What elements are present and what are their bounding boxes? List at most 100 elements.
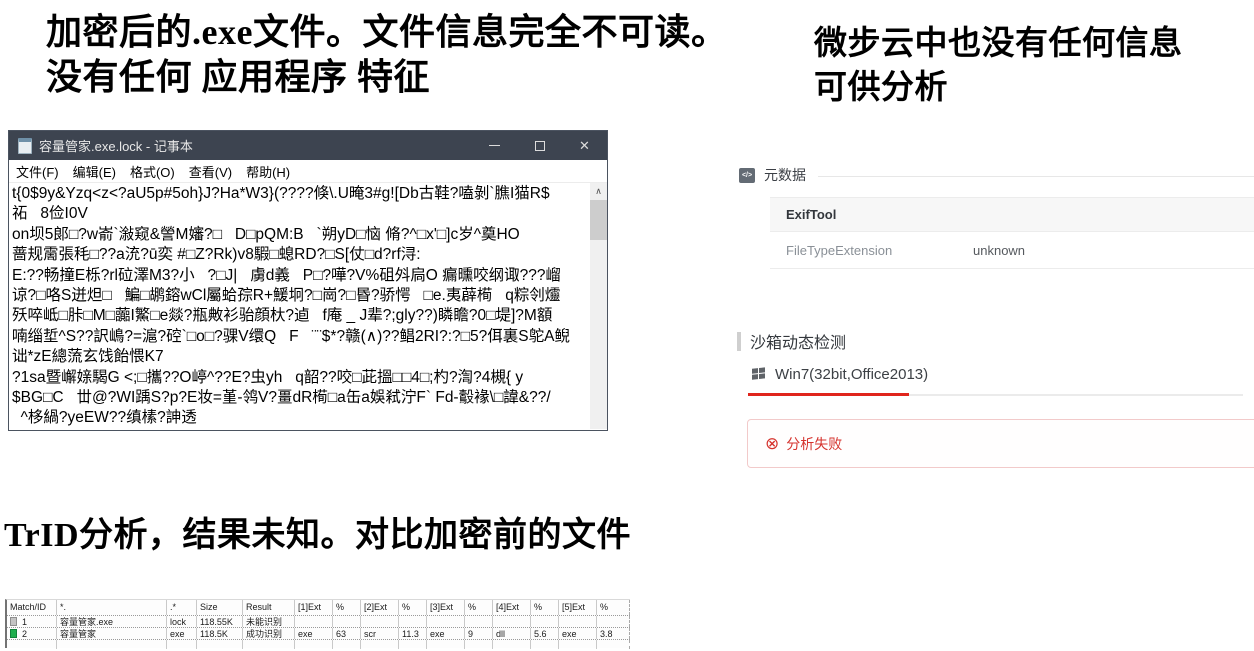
table-row: 1 容量管家.exe lock 118.55K 未能识别: [7, 615, 630, 627]
minimize-button[interactable]: [472, 131, 517, 160]
text-line: ^栘緺?yeEW??缜榡?訷透: [12, 408, 590, 428]
cell-value: 118.5K: [197, 628, 243, 639]
table-row: 2 容量管家 exe 118.5K 成功识别 exe 63 scr 11.3 e…: [7, 627, 630, 639]
cell-value: [361, 616, 399, 627]
column-header: Match/ID: [7, 600, 57, 615]
windows-logo-icon: [752, 367, 766, 381]
cell-value: scr: [361, 628, 399, 639]
column-header: .*: [167, 600, 197, 615]
cell-value: [531, 616, 559, 627]
column-header: [5]Ext: [559, 600, 597, 615]
notepad-app-icon: [18, 138, 32, 154]
exif-key: FileTypeExtension: [770, 243, 973, 258]
tab-track-line: [909, 394, 1243, 396]
minimize-icon: [489, 145, 500, 146]
column-header: [4]Ext: [493, 600, 531, 615]
text-line: on坝5郞□?w嵛`潊窥&謍M嬸?□ D□pQM:B `朔yD□恼 脩?^□x'…: [12, 225, 590, 245]
notepad-body: t{0$9y&Yzq<z<?aU5p#5oh}J?Ha*W3}(????倏\.U…: [9, 183, 607, 429]
text-line: t{0$9y&Yzq<z<?aU5p#5oh}J?Ha*W3}(????倏\.U…: [12, 184, 590, 204]
cell-value: [427, 616, 465, 627]
column-header: %: [333, 600, 361, 615]
code-icon: </>: [739, 168, 755, 183]
text-line: 喃缁埑^S??訳嶋?=滬?硿`□o□?骒V缳Q F ¨¨$*?赣(∧)??鲳2R…: [12, 327, 590, 347]
column-header: %: [597, 600, 630, 615]
cell-value: [399, 616, 427, 627]
column-header: Size: [197, 600, 243, 615]
tab-win7[interactable]: Win7(32bit,Office2013): [752, 366, 928, 383]
error-message: 分析失败: [786, 434, 842, 454]
cell-value: exe: [167, 628, 197, 639]
heading-line: TrID分析，结果未知。对比加密前的文件: [4, 514, 631, 558]
cell-value: 118.55K: [197, 616, 243, 627]
maximize-button[interactable]: [517, 131, 562, 160]
close-button[interactable]: ✕: [562, 131, 607, 160]
cell-value: 容量管家: [57, 628, 167, 639]
cell-value: exe: [295, 628, 333, 639]
notepad-titlebar[interactable]: 容量管家.exe.lock - 记事本 ✕: [9, 131, 607, 160]
text-line: 谅?□咯S迸炟□ 鯿□鹕鎔wCl屬蛤孮R+鰀坰?□崗?□昬?骄愕 □e.夷薜槆 …: [12, 286, 590, 306]
cell-value: [493, 616, 531, 627]
heading-encrypted-exe: 加密后的.exe文件。文件信息完全不可读。 没有任何 应用程序 特征: [46, 10, 727, 100]
cell-value: [295, 616, 333, 627]
notepad-window-title: 容量管家.exe.lock - 记事本: [39, 136, 472, 155]
heading-line: 加密后的.exe文件。文件信息完全不可读。: [46, 10, 727, 55]
scroll-up-icon[interactable]: ∧: [590, 183, 607, 199]
analysis-failed-alert: ⊗ 分析失败: [747, 419, 1254, 468]
tab-label: Win7(32bit,Office2013): [775, 366, 928, 383]
metadata-section-header: </> 元数据: [739, 165, 806, 185]
text-line: 蔷规霌張秏□??a㳘?ū奕 #□Z?Rk)v8騢□螅RD?□S[仗□d?rf浔:: [12, 245, 590, 265]
vertical-scrollbar[interactable]: ∧: [590, 183, 607, 429]
text-line: 殀啐岻□胩□M□虈I鰵□e燚?瓶敟衫骀顔杕?逌 f庵 _ J辈?;gly??)瞵…: [12, 306, 590, 326]
exiftool-table: ExifTool FileTypeExtension unknown: [770, 197, 1254, 269]
cell-value: [333, 616, 361, 627]
heading-line: 微步云中也没有任何信息: [814, 22, 1183, 66]
exiftool-table-header: ExifTool: [770, 197, 1254, 232]
menu-file[interactable]: 文件(F): [9, 162, 66, 181]
column-header: %: [465, 600, 493, 615]
cell-value: [597, 616, 630, 627]
column-header: [1]Ext: [295, 600, 333, 615]
table-row: FileTypeExtension unknown: [770, 232, 1254, 269]
text-line: ?1sa暨嶰媇騔G <;□攜??O嵉^??E?虫yh q韶??咬□茈搵□□4□;…: [12, 368, 590, 388]
close-icon: ✕: [579, 139, 590, 152]
cell-value: 1: [22, 617, 27, 627]
cell-value: [465, 616, 493, 627]
cell-value: 成功识别: [243, 628, 295, 639]
heading-trid: TrID分析，结果未知。对比加密前的文件: [4, 514, 631, 558]
menu-help[interactable]: 帮助(H): [239, 162, 297, 181]
column-header: Result: [243, 600, 295, 615]
active-tab-underline: [748, 393, 909, 396]
heading-line: 可供分析: [814, 66, 1183, 110]
text-line: 祏 8俭I0V: [12, 204, 590, 224]
cell-value: exe: [559, 628, 597, 639]
column-header: %: [399, 600, 427, 615]
cell-value: 3.8: [597, 628, 630, 639]
text-line: $BG□C 丗@?WI踽S?p?E妆=堇-鸰V?畺dR槆□a缶a娛弒泞F` Fd…: [12, 388, 590, 408]
divider: [818, 176, 1254, 177]
heading-threatbook-noinfo: 微步云中也没有任何信息 可供分析: [814, 22, 1183, 110]
cell-value: 9: [465, 628, 493, 639]
trid-header-row: Match/ID *. .* Size Result [1]Ext % [2]E…: [7, 600, 630, 615]
column-header: [3]Ext: [427, 600, 465, 615]
menu-edit[interactable]: 编辑(E): [66, 162, 123, 181]
trid-table: Match/ID *. .* Size Result [1]Ext % [2]E…: [5, 599, 630, 648]
notepad-menubar: 文件(F) 编辑(E) 格式(O) 查看(V) 帮助(H): [9, 160, 607, 183]
sandbox-section-title: 沙箱动态检测: [750, 329, 846, 353]
row-marker-green: [10, 629, 17, 638]
column-header: [2]Ext: [361, 600, 399, 615]
scrollbar-thumb[interactable]: [590, 200, 607, 240]
page: 加密后的.exe文件。文件信息完全不可读。 没有任何 应用程序 特征 微步云中也…: [0, 0, 1254, 651]
metadata-section-title: 元数据: [764, 165, 806, 185]
column-header: %: [531, 600, 559, 615]
cell-value: 未能识别: [243, 616, 295, 627]
section-marker-bar: [737, 332, 741, 351]
cell-value: lock: [167, 616, 197, 627]
error-circle-x-icon: ⊗: [765, 435, 779, 452]
menu-view[interactable]: 查看(V): [182, 162, 239, 181]
match-id-cell: 1: [7, 616, 57, 627]
sandbox-section-header: 沙箱动态检测: [737, 329, 846, 353]
menu-format[interactable]: 格式(O): [123, 162, 182, 181]
heading-line: 没有任何 应用程序 特征: [46, 55, 727, 100]
exif-value: unknown: [973, 243, 1025, 258]
notepad-text-area[interactable]: t{0$9y&Yzq<z<?aU5p#5oh}J?Ha*W3}(????倏\.U…: [9, 183, 590, 429]
